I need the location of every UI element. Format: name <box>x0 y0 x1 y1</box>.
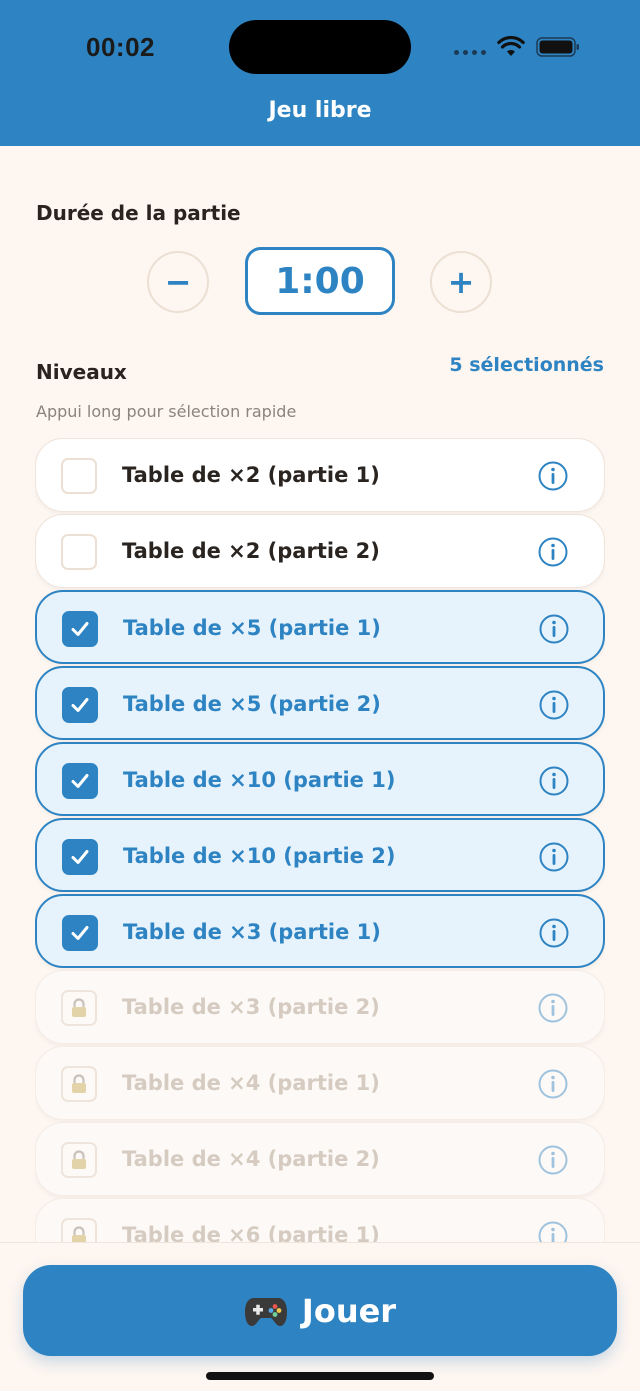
checkbox-checked[interactable] <box>62 611 98 647</box>
checkbox-checked[interactable] <box>62 763 98 799</box>
plus-icon: + <box>447 263 475 301</box>
status-time: 00:02 <box>86 32 155 62</box>
duration-value: 1:00 <box>245 247 395 315</box>
info-icon[interactable] <box>537 460 569 492</box>
lock-icon <box>72 998 86 1017</box>
checkbox-checked[interactable] <box>62 839 98 875</box>
checkmark-icon <box>71 774 89 788</box>
level-label: Table de ×5 (partie 1) <box>123 616 381 640</box>
info-icon[interactable] <box>537 1144 569 1176</box>
info-icon[interactable] <box>538 841 570 873</box>
home-indicator <box>206 1372 434 1380</box>
level-label: Table de ×4 (partie 1) <box>122 1071 380 1095</box>
level-row[interactable]: Table de ×5 (partie 1) <box>35 590 605 664</box>
decrease-duration-button[interactable]: − <box>147 251 209 313</box>
lock-icon <box>72 1226 86 1242</box>
info-icon[interactable] <box>537 1220 569 1242</box>
level-label: Table de ×2 (partie 1) <box>122 463 380 487</box>
level-label: Table de ×4 (partie 2) <box>122 1147 380 1171</box>
info-icon[interactable] <box>537 992 569 1024</box>
level-row[interactable]: Table de ×3 (partie 1) <box>35 894 605 968</box>
checkbox-locked <box>61 1142 97 1178</box>
level-row[interactable]: Table de ×2 (partie 1) <box>35 438 605 512</box>
quick-select-hint: Appui long pour sélection rapide <box>36 402 297 421</box>
level-row[interactable]: Table de ×10 (partie 1) <box>35 742 605 816</box>
checkbox-locked <box>61 990 97 1026</box>
level-label: Table de ×2 (partie 2) <box>122 539 380 563</box>
battery-icon <box>536 37 579 57</box>
duration-label: Durée de la partie <box>36 201 241 225</box>
info-icon[interactable] <box>538 765 570 797</box>
play-button-label: Jouer <box>301 1291 397 1330</box>
wifi-icon <box>497 36 525 56</box>
level-row: Table de ×3 (partie 2) <box>35 970 605 1044</box>
info-icon[interactable] <box>538 689 570 721</box>
minus-icon: − <box>164 263 192 301</box>
cellular-signal-icon <box>454 50 488 56</box>
level-label: Table de ×6 (partie 1) <box>122 1223 380 1242</box>
checkbox-unchecked[interactable] <box>61 534 97 570</box>
level-label: Table de ×10 (partie 1) <box>123 768 396 792</box>
checkmark-icon <box>71 850 89 864</box>
checkbox-checked[interactable] <box>62 915 98 951</box>
levels-label: Niveaux <box>36 360 127 384</box>
app-header: 00:02 Jeu libre <box>0 0 640 146</box>
info-icon[interactable] <box>538 613 570 645</box>
checkbox-unchecked[interactable] <box>61 458 97 494</box>
selected-count[interactable]: 5 sélectionnés <box>449 354 604 376</box>
level-label: Table de ×5 (partie 2) <box>123 692 381 716</box>
gamepad-icon <box>244 1297 287 1326</box>
level-row[interactable]: Table de ×10 (partie 2) <box>35 818 605 892</box>
level-label: Table de ×3 (partie 1) <box>123 920 381 944</box>
checkbox-checked[interactable] <box>62 687 98 723</box>
levels-list[interactable]: Table de ×2 (partie 1) Table de ×2 (parti… <box>35 438 605 1242</box>
checkmark-icon <box>71 622 89 636</box>
level-row[interactable]: Table de ×5 (partie 2) <box>35 666 605 740</box>
level-row: Table de ×4 (partie 2) <box>35 1122 605 1196</box>
level-label: Table de ×3 (partie 2) <box>122 995 380 1019</box>
info-icon[interactable] <box>538 917 570 949</box>
play-button[interactable]: Jouer <box>23 1265 617 1356</box>
level-label: Table de ×10 (partie 2) <box>123 844 396 868</box>
checkmark-icon <box>71 698 89 712</box>
dynamic-island <box>229 20 411 74</box>
info-icon[interactable] <box>537 1068 569 1100</box>
lock-icon <box>72 1150 86 1169</box>
info-icon[interactable] <box>537 536 569 568</box>
page-title: Jeu libre <box>268 98 372 123</box>
lock-icon <box>72 1074 86 1093</box>
checkmark-icon <box>71 926 89 940</box>
checkbox-locked <box>61 1218 97 1242</box>
checkbox-locked <box>61 1066 97 1102</box>
level-row: Table de ×6 (partie 1) <box>35 1198 605 1242</box>
level-row[interactable]: Table de ×2 (partie 2) <box>35 514 605 588</box>
level-row: Table de ×4 (partie 1) <box>35 1046 605 1120</box>
increase-duration-button[interactable]: + <box>430 251 492 313</box>
